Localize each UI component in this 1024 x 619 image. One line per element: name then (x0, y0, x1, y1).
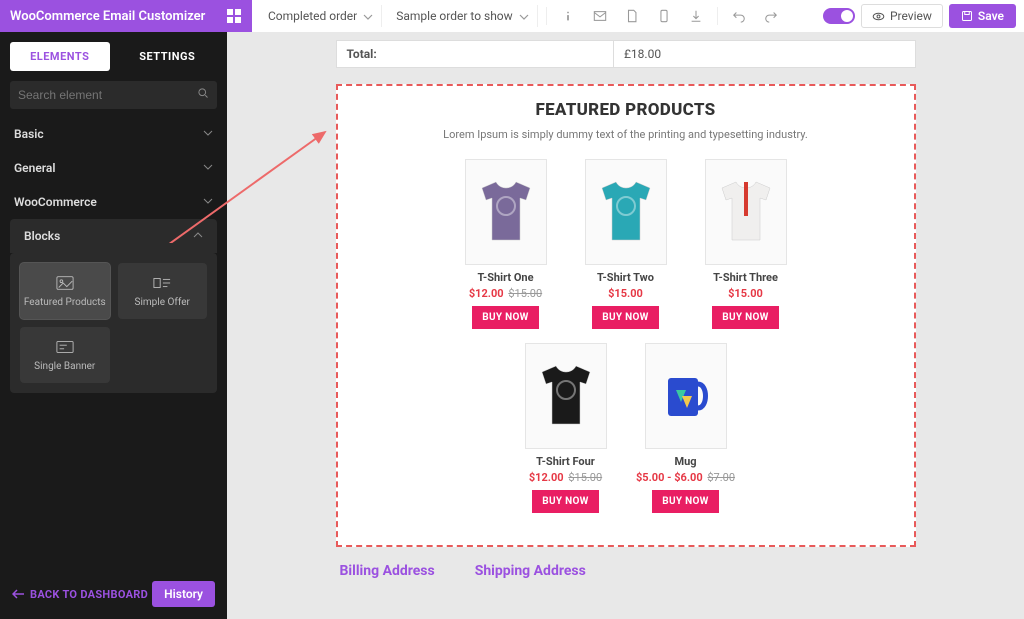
chevron-down-icon (363, 11, 373, 21)
search-field[interactable] (18, 88, 197, 102)
chevron-down-icon (203, 161, 213, 175)
product-name: Mug (636, 455, 736, 468)
preview-toggle[interactable] (823, 8, 855, 24)
order-total-row: Total: £18.00 (336, 40, 916, 68)
block-simple-offer[interactable]: Simple Offer (118, 263, 208, 319)
sample-order-select[interactable]: Sample order to show (388, 5, 538, 27)
save-label: Save (978, 9, 1004, 23)
app-title: WooCommerce Email Customizer (10, 9, 205, 24)
product-price: $12.00 $15.00 (516, 471, 616, 484)
category-general[interactable]: General (0, 151, 227, 185)
category-woocommerce[interactable]: WooCommerce (0, 185, 227, 219)
app-title-bar: WooCommerce Email Customizer (0, 0, 252, 32)
mail-icon[interactable] (587, 3, 613, 29)
email-type-value: Completed order (268, 9, 357, 23)
total-label: Total: (337, 41, 614, 67)
divider (546, 7, 547, 25)
featured-subtitle: Lorem Ipsum is simply dummy text of the … (348, 128, 904, 141)
featured-products-block[interactable]: FEATURED PRODUCTS Lorem Ipsum is simply … (336, 84, 916, 547)
import-icon[interactable] (683, 3, 709, 29)
product-image (465, 159, 547, 265)
total-value: £18.00 (614, 41, 671, 67)
product-image (705, 159, 787, 265)
product-image (645, 343, 727, 449)
product-price: $5.00 - $6.00 $7.00 (636, 471, 736, 484)
product-name: T-Shirt Four (516, 455, 616, 468)
redo-icon[interactable] (758, 3, 784, 29)
chevron-up-icon (193, 229, 203, 243)
product-name: T-Shirt Two (576, 271, 676, 284)
history-button[interactable]: History (152, 581, 215, 607)
buy-now-button[interactable]: BUY NOW (712, 306, 778, 329)
undo-icon[interactable] (726, 3, 752, 29)
product-name: T-Shirt One (456, 271, 556, 284)
info-icon[interactable] (555, 3, 581, 29)
product-image (585, 159, 667, 265)
chevron-down-icon (203, 195, 213, 209)
sidebar: ELEMENTS SETTINGS Basic General WooComme… (0, 32, 227, 619)
tab-elements[interactable]: ELEMENTS (10, 42, 110, 71)
email-canvas: Total: £18.00 FEATURED PRODUCTS Lorem Ip… (227, 32, 1024, 619)
save-button[interactable]: Save (949, 4, 1016, 28)
buy-now-button[interactable]: BUY NOW (472, 306, 538, 329)
tab-settings[interactable]: SETTINGS (118, 42, 218, 71)
product-card: T-Shirt Two $15.00 BUY NOW (576, 159, 676, 329)
document-icon[interactable] (619, 3, 645, 29)
search-icon (197, 87, 209, 103)
product-card: Mug $5.00 - $6.00 $7.00 BUY NOW (636, 343, 736, 513)
product-card: T-Shirt Four $12.00 $15.00 BUY NOW (516, 343, 616, 513)
email-type-select[interactable]: Completed order (260, 5, 382, 27)
buy-now-button[interactable]: BUY NOW (652, 490, 718, 513)
product-price: $15.00 (696, 287, 796, 300)
buy-now-button[interactable]: BUY NOW (532, 490, 598, 513)
sample-order-value: Sample order to show (396, 9, 512, 23)
block-label: Single Banner (34, 361, 95, 372)
product-card: T-Shirt Three $15.00 BUY NOW (696, 159, 796, 329)
block-label: Simple Offer (135, 297, 190, 308)
block-featured-products[interactable]: Featured Products (20, 263, 110, 319)
product-card: T-Shirt One $12.00 $15.00 BUY NOW (456, 159, 556, 329)
billing-address-title: Billing Address (340, 563, 435, 579)
category-blocks[interactable]: Blocks (10, 219, 217, 253)
shipping-address-title: Shipping Address (475, 563, 586, 579)
product-image (525, 343, 607, 449)
blocks-list: Featured Products Simple Offer Single Ba… (10, 253, 217, 393)
chevron-down-icon (203, 127, 213, 141)
mobile-icon[interactable] (651, 3, 677, 29)
back-to-dashboard[interactable]: BACK TO DASHBOARD (12, 588, 148, 601)
preview-button[interactable]: Preview (861, 4, 943, 28)
product-price: $12.00 $15.00 (456, 287, 556, 300)
addresses-section: Billing Address Shipping Address (336, 563, 916, 579)
featured-title: FEATURED PRODUCTS (348, 100, 904, 120)
product-name: T-Shirt Three (696, 271, 796, 284)
chevron-down-icon (519, 11, 529, 21)
search-input[interactable] (10, 81, 217, 109)
grid-icon[interactable] (226, 8, 242, 24)
category-basic[interactable]: Basic (0, 117, 227, 151)
product-price: $15.00 (576, 287, 676, 300)
block-single-banner[interactable]: Single Banner (20, 327, 110, 383)
buy-now-button[interactable]: BUY NOW (592, 306, 658, 329)
block-label: Featured Products (24, 297, 106, 308)
divider (717, 7, 718, 25)
preview-label: Preview (890, 9, 932, 23)
